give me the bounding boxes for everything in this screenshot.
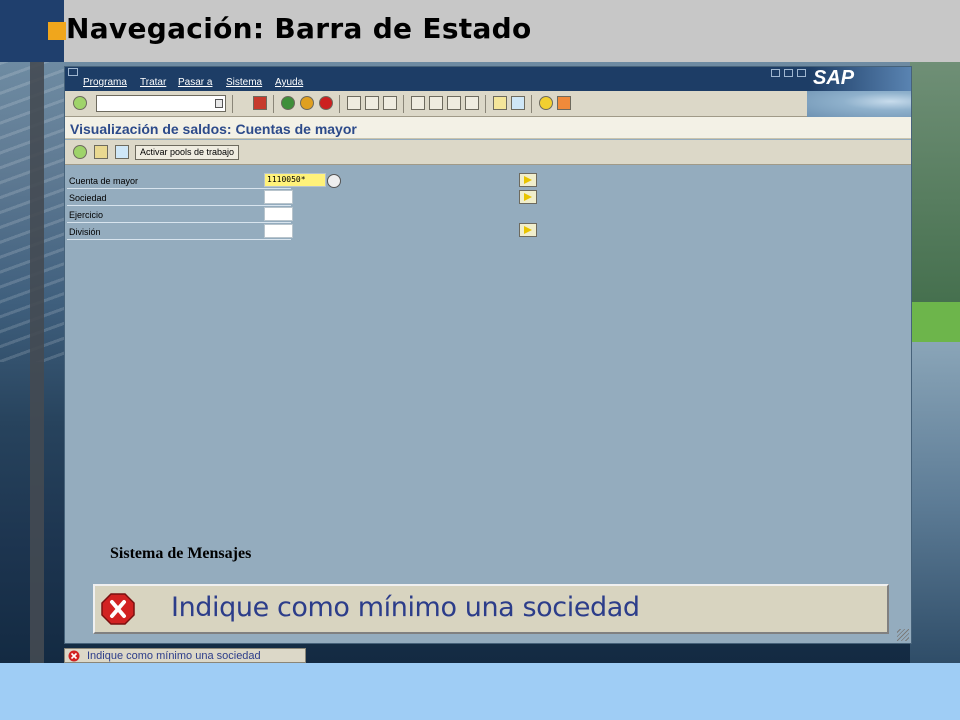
save-icon[interactable]	[253, 96, 267, 110]
background-right-grass	[910, 302, 960, 342]
field-row-ejercicio: Ejercicio	[67, 207, 293, 223]
activar-pools-button[interactable]: Activar pools de trabajo	[135, 145, 240, 160]
execute-icon[interactable]	[73, 145, 87, 159]
toolbar-separator	[339, 95, 340, 113]
shortcut-icon[interactable]	[511, 96, 525, 110]
window-menu-icon[interactable]	[68, 68, 78, 76]
find-icon[interactable]	[365, 96, 379, 110]
multiple-selection-icon[interactable]	[327, 174, 341, 188]
create-session-icon[interactable]	[493, 96, 507, 110]
toolbar-separator	[232, 95, 233, 113]
label-sociedad: Sociedad	[69, 193, 107, 203]
status-bar[interactable]: Indique como mínimo una sociedad	[64, 648, 306, 663]
last-page-icon[interactable]	[465, 96, 479, 110]
application-toolbar: Activar pools de trabajo	[65, 140, 911, 165]
division-input[interactable]	[264, 224, 293, 238]
ejercicio-input[interactable]	[264, 207, 293, 221]
scroll-left-icon[interactable]	[236, 96, 244, 110]
toolbar-separator	[403, 95, 404, 113]
slide-title: Navegación: Barra de Estado	[66, 12, 532, 45]
background-left-pole	[30, 62, 44, 663]
sap-logo-text: SAP	[813, 67, 855, 89]
close-icon[interactable]	[797, 69, 806, 77]
toolbar-separator	[485, 95, 486, 113]
background-right-water	[910, 342, 960, 663]
selection-options-icon[interactable]	[115, 145, 129, 159]
sap-window: Programa Tratar Pasar a Sistema Ayuda SA…	[64, 66, 912, 644]
sap-logo-waves	[807, 91, 911, 117]
enter-check-icon[interactable]	[73, 96, 87, 110]
menu-bar: Programa Tratar Pasar a Sistema Ayuda SA…	[65, 67, 911, 91]
sap-logo: SAP	[809, 67, 911, 91]
find-next-icon[interactable]	[383, 96, 397, 110]
slide-header: Navegación: Barra de Estado	[0, 0, 960, 62]
label-ejercicio: Ejercicio	[69, 210, 104, 220]
next-page-icon[interactable]	[447, 96, 461, 110]
label-division: División	[69, 227, 101, 237]
toolbar-separator	[531, 95, 532, 113]
minimize-icon[interactable]	[771, 69, 780, 77]
label-cuenta-de-mayor: Cuenta de mayor	[69, 176, 139, 186]
background-right-tree	[910, 62, 960, 342]
toolbar-separator	[273, 95, 274, 113]
get-variant-icon[interactable]	[94, 145, 108, 159]
error-message-callout: Indique como mínimo una sociedad	[93, 584, 889, 634]
menu-programa[interactable]: Programa	[83, 77, 127, 88]
menu-tratar[interactable]: Tratar	[140, 77, 166, 88]
slide-bottom-band	[0, 663, 960, 720]
command-field[interactable]	[96, 95, 226, 112]
menu-pasar-a[interactable]: Pasar a	[178, 77, 212, 88]
error-message-text: Indique como mínimo una sociedad	[171, 592, 640, 623]
multiple-selection-sociedad-button[interactable]	[519, 190, 537, 204]
menu-sistema[interactable]: Sistema	[226, 77, 262, 88]
multiple-selection-division-button[interactable]	[519, 223, 537, 237]
error-icon	[101, 593, 135, 625]
first-page-icon[interactable]	[411, 96, 425, 110]
field-row-sociedad: Sociedad	[67, 190, 293, 206]
sociedad-input[interactable]	[264, 190, 293, 204]
previous-page-icon[interactable]	[429, 96, 443, 110]
menu-ayuda[interactable]: Ayuda	[275, 77, 303, 88]
cancel-icon[interactable]	[319, 96, 333, 110]
resize-grip[interactable]	[897, 629, 909, 641]
multiple-selection-cuenta-button[interactable]	[519, 173, 537, 187]
message-system-label: Sistema de Mensajes	[110, 545, 252, 562]
maximize-icon[interactable]	[784, 69, 793, 77]
field-row-cuenta: Cuenta de mayor 1110050*	[67, 173, 326, 189]
field-row-division: División	[67, 224, 293, 240]
layout-menu-icon[interactable]	[557, 96, 571, 110]
cuenta-de-mayor-input[interactable]: 1110050*	[264, 173, 326, 187]
exit-icon[interactable]	[300, 96, 314, 110]
help-icon[interactable]	[539, 96, 553, 110]
command-history-icon[interactable]	[215, 99, 223, 108]
header-bullet-square	[48, 22, 66, 40]
title-bar: Visualización de saldos: Cuentas de mayo…	[65, 117, 911, 139]
status-message-text: Indique como mínimo una sociedad	[87, 650, 261, 662]
transaction-title: Visualización de saldos: Cuentas de mayo…	[70, 121, 357, 137]
status-error-icon	[68, 650, 80, 662]
back-icon[interactable]	[281, 96, 295, 110]
standard-toolbar	[65, 91, 911, 117]
print-icon[interactable]	[347, 96, 361, 110]
